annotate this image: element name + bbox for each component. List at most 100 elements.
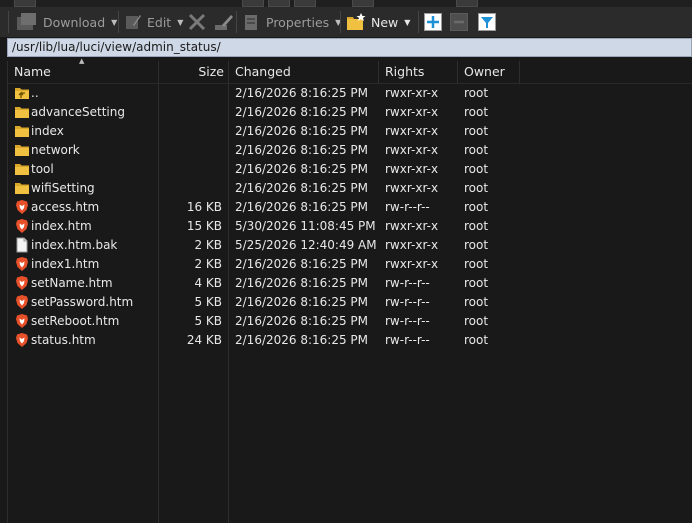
chevron-down-icon[interactable]: ▼ <box>177 18 183 27</box>
new-label: New <box>371 14 399 30</box>
brave-browser-icon <box>16 276 28 290</box>
toolbar-separator <box>118 11 119 33</box>
column-header-size[interactable]: Size <box>158 61 224 83</box>
file-row[interactable]: network 2/16/2026 8:16:25 PM rwxr-xr-x root <box>0 141 692 160</box>
filter-button[interactable] <box>478 7 496 37</box>
file-name: network <box>31 143 80 157</box>
file-owner: root <box>464 219 489 233</box>
file-size: 5 KB <box>194 295 222 309</box>
toolbar-strip-block <box>352 0 374 7</box>
file-row[interactable]: access.htm 16 KB 2/16/2026 8:16:25 PM rw-r-… <box>0 198 692 217</box>
brave-browser-icon <box>16 333 28 347</box>
column-header-changed[interactable]: Changed <box>235 61 291 83</box>
add-button[interactable] <box>424 7 442 37</box>
file-rights: rwxr-xr-x <box>385 105 439 119</box>
download-icon <box>17 13 36 30</box>
toolbar-strip-block <box>268 0 290 7</box>
remove-button[interactable] <box>450 7 468 37</box>
file-rights: rw-r--r-- <box>385 276 430 290</box>
file-name: access.htm <box>31 200 100 214</box>
file-row[interactable]: setReboot.htm 5 KB 2/16/2026 8:16:25 PM rw-… <box>0 312 692 331</box>
file-changed: 2/16/2026 8:16:25 PM <box>235 333 369 347</box>
file-row[interactable]: index.htm 15 KB 5/30/2026 11:08:45 PM rwxr-… <box>0 217 692 236</box>
folder-icon <box>15 126 29 137</box>
file-changed: 2/16/2026 8:16:25 PM <box>235 162 369 176</box>
file-rights: rwxr-xr-x <box>385 143 439 157</box>
toolbar-separator <box>236 11 237 33</box>
file-changed: 2/16/2026 8:16:25 PM <box>235 257 369 271</box>
file-row[interactable]: wifiSetting 2/16/2026 8:16:25 PM rwxr-xr-x… <box>0 179 692 198</box>
rename-button[interactable] <box>214 7 234 37</box>
new-button[interactable]: New ▼ <box>346 7 410 37</box>
file-icon <box>16 237 28 253</box>
file-rights: rw-r--r-- <box>385 314 430 328</box>
path-address-bar[interactable]: /usr/lib/lua/luci/view/admin_status/ <box>7 38 692 57</box>
top-toolbar-strip <box>0 0 692 7</box>
delete-button[interactable] <box>188 7 206 37</box>
file-changed: 2/16/2026 8:16:25 PM <box>235 124 369 138</box>
file-size: 16 KB <box>186 200 222 214</box>
file-rights: rwxr-xr-x <box>385 238 439 252</box>
file-rights: rwxr-xr-x <box>385 124 439 138</box>
file-changed: 2/16/2026 8:16:25 PM <box>235 143 369 157</box>
file-rights: rwxr-xr-x <box>385 162 439 176</box>
toolbar: Download ▼ Edit ▼ Properties ▼ New ▼ <box>0 7 692 38</box>
folder-icon <box>15 183 29 194</box>
file-size: 2 KB <box>194 238 222 252</box>
toolbar-separator <box>8 11 9 33</box>
file-row[interactable]: setName.htm 4 KB 2/16/2026 8:16:25 PM rw-r-… <box>0 274 692 293</box>
download-button[interactable]: Download ▼ <box>16 7 117 37</box>
file-row[interactable]: setPassword.htm 5 KB 2/16/2026 8:16:25 PM r… <box>0 293 692 312</box>
file-size: 15 KB <box>186 219 222 233</box>
file-owner: root <box>464 143 489 157</box>
column-header-owner[interactable]: Owner <box>464 61 505 83</box>
file-changed: 5/30/2026 11:08:45 PM <box>235 219 376 233</box>
properties-label: Properties <box>266 14 330 30</box>
file-rights: rw-r--r-- <box>385 295 430 309</box>
file-size <box>158 160 222 179</box>
file-row[interactable]: index 2/16/2026 8:16:25 PM rwxr-xr-x root <box>0 122 692 141</box>
file-rights: rwxr-xr-x <box>385 86 439 100</box>
edit-button[interactable]: Edit ▼ <box>124 7 183 37</box>
file-row[interactable]: index.htm.bak 2 KB 5/25/2026 12:40:49 AM rw… <box>0 236 692 255</box>
toolbar-separator <box>340 11 341 33</box>
minus-icon <box>450 13 468 31</box>
file-changed: 2/16/2026 8:16:25 PM <box>235 314 369 328</box>
file-name: index1.htm <box>31 257 100 271</box>
close-icon <box>188 13 206 31</box>
folder-icon <box>15 145 29 156</box>
chevron-down-icon[interactable]: ▼ <box>404 18 410 27</box>
file-changed: 2/16/2026 8:16:25 PM <box>235 295 369 309</box>
file-row[interactable]: .. 2/16/2026 8:16:25 PM rwxr-xr-x root <box>0 84 692 103</box>
file-rights: rwxr-xr-x <box>385 257 439 271</box>
file-owner: root <box>464 314 489 328</box>
plus-icon <box>424 13 442 31</box>
column-header-rights[interactable]: Rights <box>385 61 424 83</box>
file-row[interactable]: index1.htm 2 KB 2/16/2026 8:16:25 PM rwxr-x… <box>0 255 692 274</box>
file-rights: rw-r--r-- <box>385 333 430 347</box>
file-row[interactable]: tool 2/16/2026 8:16:25 PM rwxr-xr-x root <box>0 160 692 179</box>
file-name: tool <box>31 162 54 176</box>
file-size <box>158 103 222 122</box>
properties-icon <box>245 15 257 30</box>
file-rights: rw-r--r-- <box>385 200 430 214</box>
column-header-name[interactable]: Name <box>14 61 51 83</box>
properties-button[interactable]: Properties ▼ <box>242 7 341 37</box>
file-name: advanceSetting <box>31 105 125 119</box>
column-divider[interactable] <box>519 61 520 83</box>
file-row[interactable]: advanceSetting 2/16/2026 8:16:25 PM rwxr-x… <box>0 103 692 122</box>
file-size <box>158 122 222 141</box>
brave-browser-icon <box>16 257 28 271</box>
column-divider[interactable] <box>457 61 458 83</box>
toolbar-strip-block <box>294 0 316 7</box>
file-owner: root <box>464 238 489 252</box>
file-changed: 2/16/2026 8:16:25 PM <box>235 181 369 195</box>
file-changed: 5/25/2026 12:40:49 AM <box>235 238 377 252</box>
file-size <box>158 84 222 103</box>
chevron-down-icon[interactable]: ▼ <box>111 18 117 27</box>
file-owner: root <box>464 276 489 290</box>
file-row[interactable]: status.htm 24 KB 2/16/2026 8:16:25 PM rw-r-… <box>0 331 692 350</box>
file-owner: root <box>464 200 489 214</box>
folder-icon <box>15 164 29 175</box>
column-divider[interactable] <box>378 61 379 83</box>
